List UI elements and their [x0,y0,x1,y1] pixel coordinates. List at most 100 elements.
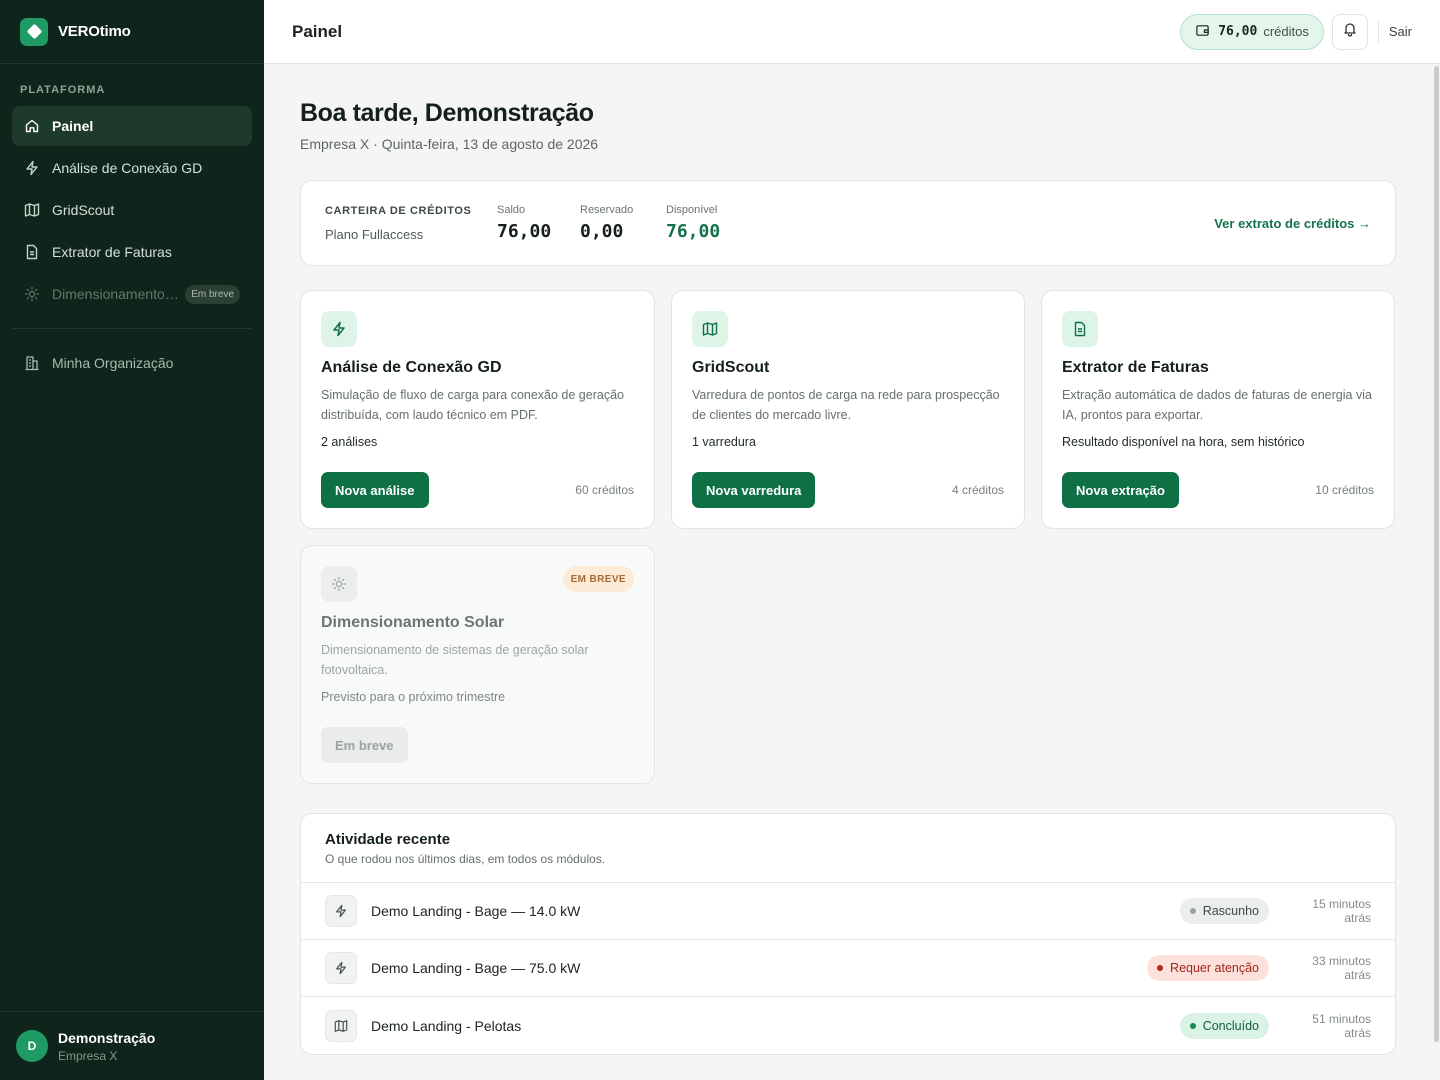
recent-activity: Atividade recente O que rodou nos último… [300,813,1396,1055]
card-description: Simulação de fluxo de carga para conexão… [321,388,624,422]
status-badge: Concluído [1179,1012,1269,1039]
bolt-icon [24,160,40,176]
card-gridscout: GridScout Varredura de pontos de carga n… [671,290,1025,529]
bolt-icon [325,952,357,984]
scrollbar-thumb[interactable] [1434,66,1439,1042]
soon-badge: Em breve [185,284,240,304]
sun-icon [321,566,357,602]
card-cost: 4 créditos [951,483,1004,497]
reservado-label: Reservado [580,204,634,216]
scrollbar[interactable] [1432,64,1440,1044]
sidebar-item-label: Análise de Conexão GD [52,160,203,176]
disponivel-value: 76,00 [666,221,721,242]
sidebar-item-label: Extrator de Faturas [52,244,172,260]
coming-soon-button: Em breve [321,727,408,763]
greeting-subline: Empresa X · Quinta-feira, 13 de agosto d… [300,136,599,152]
sidebar-item-label: Minha Organização [52,355,174,371]
top-header: Painel 76,00 créditos Sair [264,0,1440,64]
saldo-value: 76,00 [497,221,552,242]
map-icon [692,311,728,347]
document-icon [24,244,40,260]
status-label: Concluído [1202,1018,1259,1033]
wallet-title: CARTEIRA DE CRÉDITOS [325,204,472,217]
soon-badge: EM BREVE [562,566,634,592]
card-description: Extração automática de dados de faturas … [1062,388,1372,422]
bolt-icon [321,311,357,347]
bell-icon [1342,21,1358,42]
document-icon [1062,311,1098,347]
wallet-icon [1195,23,1218,41]
building-icon [24,355,40,371]
credit-wallet: CARTEIRA DE CRÉDITOS Plano Fullaccess Sa… [300,180,1396,266]
card-title: Dimensionamento Solar [321,614,505,631]
sidebar-nav: Painel Análise de Conexão GD GridScout E… [0,106,264,314]
sidebar-item-painel[interactable]: Painel [12,106,252,146]
sidebar: VEROtimo PLATAFORMA Painel Análise de Co… [0,0,264,1080]
sidebar-item-organizacao[interactable]: Minha Organização [12,343,252,383]
logout-link[interactable]: Sair [1389,24,1412,39]
card-title: Extrator de Faturas [1062,359,1209,376]
status-label: Rascunho [1202,904,1259,918]
sidebar-item-analise-conexao[interactable]: Análise de Conexão GD [12,148,252,188]
map-icon [24,202,40,218]
status-badge: Rascunho [1179,898,1269,924]
user-org: Empresa X [58,1048,118,1063]
card-meta: Previsto para o próximo trimestre [321,690,506,704]
main-content: Boa tarde, Demonstração Empresa X · Quin… [264,64,1432,1080]
page-title: Painel [292,21,343,41]
activity-time: 51 minutos atrás [1312,1011,1371,1040]
activity-row[interactable]: Demo Landing - Pelotas Concluído 51 minu… [301,997,1395,1054]
credits-chip[interactable]: 76,00 créditos [1180,13,1324,50]
status-dot [1189,908,1196,914]
disponivel-label: Disponível [666,204,718,216]
activity-time: 15 minutos atrás [1312,897,1371,925]
sun-icon [24,286,40,302]
card-dimensionamento: EM BREVE Dimensionamento Solar Dimension… [300,545,655,784]
wallet-plan: Plano Fullaccess [325,226,424,242]
sidebar-item-extrator[interactable]: Extrator de Faturas [12,232,252,272]
card-cost: 10 créditos [1315,483,1374,497]
wallet-reservado: Reservado 0,00 [580,204,666,242]
sidebar-section-label: PLATAFORMA [20,84,106,96]
brand[interactable]: VEROtimo [0,0,264,64]
card-description: Varredura de pontos de carga na rede par… [692,388,1000,422]
map-icon [325,1009,357,1042]
new-analysis-button[interactable]: Nova análise [321,472,429,508]
activity-name: Demo Landing - Bage — 75.0 kW [371,960,581,976]
new-extraction-button[interactable]: Nova extração [1062,472,1179,508]
user-profile[interactable]: D Demonstração Empresa X [0,1011,264,1080]
sidebar-item-label: Painel [52,118,94,134]
sidebar-divider [12,328,252,329]
activity-row[interactable]: Demo Landing - Bage — 75.0 kW Requer ate… [301,940,1395,997]
activity-name: Demo Landing - Pelotas [371,1017,522,1034]
card-title: Análise de Conexão GD [321,359,502,376]
new-scan-button[interactable]: Nova varredura [692,472,816,508]
sidebar-item-label: GridScout [52,202,115,218]
brand-name: VEROtimo [58,23,131,40]
home-icon [24,118,40,134]
logo-icon [20,17,48,46]
card-extrator: Extrator de Faturas Extração automática … [1041,290,1395,529]
greeting-heading: Boa tarde, Demonstração [300,99,594,127]
user-name: Demonstração [58,1029,156,1046]
status-dot [1189,1022,1196,1029]
activity-row[interactable]: Demo Landing - Bage — 14.0 kW Rascunho 1… [301,883,1395,940]
card-meta: 2 análises [321,435,378,449]
module-cards: Análise de Conexão GD Simulação de fluxo… [300,290,1396,784]
reservado-value: 0,00 [580,221,624,242]
card-analise-conexao: Análise de Conexão GD Simulação de fluxo… [300,290,655,529]
saldo-label: Saldo [497,204,526,216]
status-dot [1157,965,1164,971]
sidebar-item-gridscout[interactable]: GridScout [12,190,252,230]
notifications-button[interactable] [1331,13,1368,50]
credit-statement-link[interactable]: Ver extrato de créditos → [1214,216,1371,231]
card-meta: 1 varredura [692,435,756,449]
card-title: GridScout [692,359,770,376]
card-description: Dimensionamento de sistemas de geração s… [321,643,589,677]
wallet-saldo: Saldo 76,00 [497,204,580,242]
avatar: D [16,1030,48,1062]
credits-unit: créditos [1263,24,1309,39]
card-meta: Resultado disponível na hora, sem histór… [1062,435,1305,449]
sidebar-item-dimensionamento: Dimensionamento Solar Em breve [12,274,252,314]
status-badge: Requer atenção [1147,955,1269,981]
